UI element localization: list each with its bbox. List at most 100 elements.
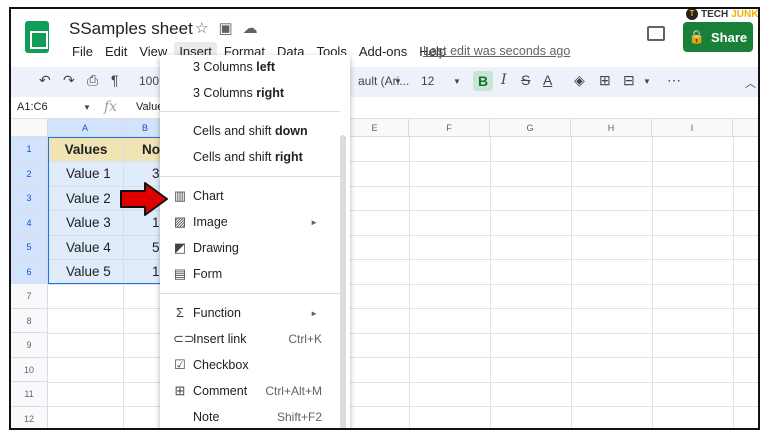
menu-separator [160, 111, 340, 112]
row-header[interactable]: 4 [11, 210, 48, 235]
sheets-logo-icon[interactable] [25, 21, 49, 53]
row-header[interactable]: 11 [11, 382, 48, 407]
menu-item-chart[interactable]: ▥ Chart [160, 184, 340, 208]
borders-icon[interactable]: ⊞ [599, 72, 611, 89]
row-header[interactable]: 8 [11, 308, 48, 333]
menu-item-note[interactable]: Note Shift+F2 [160, 405, 340, 428]
last-edit-link[interactable]: Last edit was seconds ago [423, 44, 570, 58]
zoom-select[interactable]: 100 [139, 74, 159, 88]
italic-icon[interactable]: I [501, 72, 507, 88]
sigma-icon: Σ [175, 305, 185, 320]
column-header-e[interactable]: E [341, 119, 409, 137]
grid-line [48, 332, 758, 334]
cell-b2[interactable]: 3 [152, 166, 160, 181]
menu-item-image[interactable]: ▨ Image ► [160, 210, 340, 234]
drawing-icon: ◩ [173, 240, 187, 255]
cell-a3[interactable]: Value 2 [66, 191, 111, 206]
collapse-toolbar-icon[interactable]: ︿ [745, 75, 756, 91]
row-header[interactable]: 2 [11, 161, 48, 186]
merge-dropdown-icon[interactable]: ▼ [643, 77, 651, 86]
menu-scrollbar[interactable] [340, 135, 346, 428]
undo-icon[interactable]: ↶ [39, 72, 51, 89]
column-header-f[interactable]: F [409, 119, 490, 137]
row-header[interactable]: 1 [11, 137, 48, 162]
merge-cells-icon[interactable]: ⊟ [623, 72, 635, 89]
cell-b5[interactable]: 5 [152, 240, 160, 255]
more-options-icon[interactable]: ⋯ [667, 72, 681, 89]
font-size-select[interactable]: 12 [421, 74, 434, 88]
menu-addons[interactable]: Add-ons [354, 42, 412, 61]
share-button[interactable]: 🔒 Share [683, 22, 753, 52]
menu-item-comment[interactable]: ⊞ Comment Ctrl+Alt+M [160, 379, 340, 403]
cell-a5[interactable]: Value 4 [66, 240, 111, 255]
comment-history-icon[interactable] [647, 26, 665, 41]
fill-color-icon[interactable]: ◈ [574, 72, 585, 89]
app-window: SSamples sheet ☆ ▣ ☁ File Edit View Inse… [9, 7, 760, 430]
name-box-dropdown-icon[interactable]: ▼ [83, 103, 91, 112]
cell-a2[interactable]: Value 1 [66, 166, 111, 181]
document-title[interactable]: SSamples sheet [69, 19, 193, 39]
fx-icon: fx [104, 99, 118, 115]
column-header-i[interactable]: I [652, 119, 733, 137]
title-icons: ☆ ▣ ☁ [195, 19, 258, 37]
row-header[interactable]: 7 [11, 284, 48, 309]
menu-file[interactable]: File [67, 42, 98, 61]
menu-item-cells-shift-right[interactable]: Cells and shift right [160, 145, 340, 169]
row-header[interactable]: 3 [11, 186, 48, 211]
submenu-arrow-icon: ► [310, 217, 318, 227]
paint-format-icon[interactable]: ¶ [111, 72, 119, 88]
column-header-g[interactable]: G [490, 119, 571, 137]
name-box[interactable]: A1:C6 [17, 101, 48, 113]
menu-item-checkbox[interactable]: ☑ Checkbox [160, 353, 340, 377]
grid-line [48, 381, 758, 383]
row-header[interactable]: 6 [11, 259, 48, 284]
move-folder-icon[interactable]: ▣ [218, 19, 232, 37]
menu-item-columns-left[interactable]: 3 Columns left [160, 55, 340, 79]
menu-separator [160, 176, 340, 177]
form-icon: ▤ [173, 266, 187, 281]
lock-icon: 🔒 [688, 29, 706, 44]
insert-menu: 3 Columns left 3 Columns right Cells and… [160, 55, 350, 428]
menu-item-function[interactable]: Σ Function ► [160, 301, 340, 325]
strikethrough-icon[interactable]: S [521, 72, 530, 88]
column-header-j[interactable] [733, 119, 758, 137]
column-header-a[interactable]: A [48, 119, 123, 137]
cell-b4[interactable]: 1 [152, 215, 160, 230]
bold-button[interactable]: B [473, 71, 493, 91]
grid-line [48, 308, 758, 309]
link-icon: ⊂⊃ [173, 331, 195, 346]
select-all-corner[interactable] [11, 119, 48, 137]
text-color-icon[interactable]: A [543, 72, 552, 88]
chart-icon: ▥ [173, 188, 187, 203]
star-icon[interactable]: ☆ [195, 19, 208, 37]
menu-edit[interactable]: Edit [100, 42, 132, 61]
spreadsheet-grid[interactable]: A B E F G H I 1 2 3 4 5 6 7 8 9 10 11 12 [11, 119, 758, 428]
grid-line [48, 357, 758, 358]
cloud-status-icon[interactable]: ☁ [243, 19, 258, 37]
grid-line [48, 406, 758, 407]
watermark: T TECHJUNKIE [683, 9, 758, 21]
cell-b6[interactable]: 1 [152, 264, 160, 279]
menu-item-form[interactable]: ▤ Form [160, 262, 340, 286]
watermark-logo-icon: T [686, 9, 698, 20]
menu-item-insert-link[interactable]: ⊂⊃ Insert link Ctrl+K [160, 327, 340, 351]
redo-icon[interactable]: ↷ [63, 72, 75, 89]
font-dropdown-icon[interactable]: ▼ [394, 77, 402, 86]
row-header[interactable]: 12 [11, 406, 48, 428]
cell-a4[interactable]: Value 3 [66, 215, 111, 230]
size-dropdown-icon[interactable]: ▼ [453, 77, 461, 86]
menu-item-drawing[interactable]: ◩ Drawing [160, 236, 340, 260]
menu-item-cells-shift-down[interactable]: Cells and shift down [160, 119, 340, 143]
row-header[interactable]: 10 [11, 357, 48, 382]
red-arrow-annotation-icon [120, 182, 168, 216]
print-icon[interactable]: ⎙ [87, 72, 98, 89]
row-header[interactable]: 5 [11, 235, 48, 260]
submenu-arrow-icon: ► [310, 308, 318, 318]
row-header[interactable]: 9 [11, 333, 48, 358]
formula-bar: A1:C6 ▼ fx Value [11, 97, 758, 119]
menu-item-columns-right[interactable]: 3 Columns right [160, 81, 340, 105]
menu-separator [160, 293, 340, 294]
column-header-h[interactable]: H [571, 119, 652, 137]
cell-a6[interactable]: Value 5 [66, 264, 111, 279]
cell-a1[interactable]: Values [49, 138, 123, 161]
